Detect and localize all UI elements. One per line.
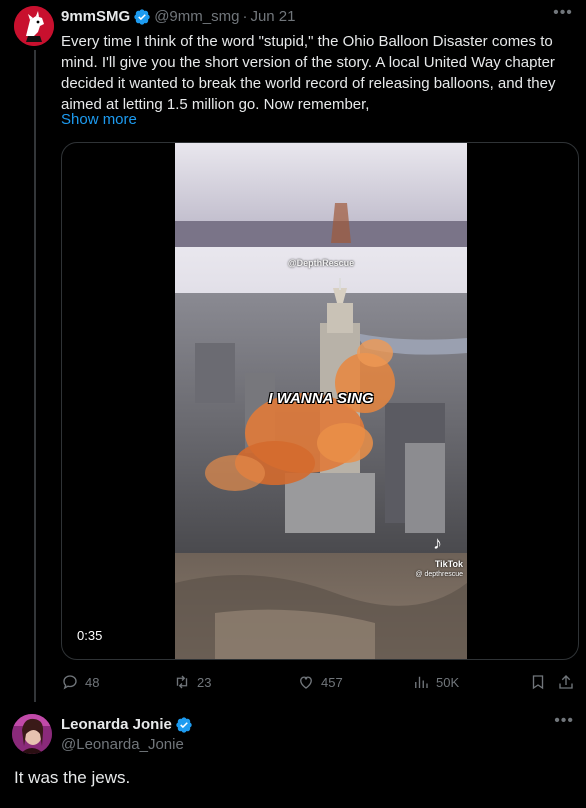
tiktok-logo-icon: ♪ xyxy=(433,533,442,553)
video-frame[interactable]: @DepthRescue I WANNA SING ♪ TikTok @ dep… xyxy=(175,143,467,659)
tiktok-label: TikTok xyxy=(434,559,463,569)
reply-button[interactable]: 48 xyxy=(61,672,99,692)
like-button[interactable]: 457 xyxy=(297,672,343,692)
author-handle[interactable]: @Leonarda_Jonie xyxy=(61,736,184,753)
separator: · xyxy=(242,8,248,25)
more-options-icon[interactable]: ••• xyxy=(552,4,574,26)
verified-badge-icon xyxy=(175,716,193,734)
reply-tweet[interactable]: Leonarda Jonie @Leonarda_Jonie ••• It wa… xyxy=(0,704,586,808)
video-player[interactable]: @DepthRescue I WANNA SING ♪ TikTok @ dep… xyxy=(61,142,579,660)
tweet-date[interactable]: Jun 21 xyxy=(250,8,295,26)
tweet-text: Every time I think of the word "stupid,"… xyxy=(61,33,556,113)
retweet-button[interactable]: 23 xyxy=(173,672,211,692)
like-count: 457 xyxy=(321,674,343,690)
views-icon xyxy=(415,676,428,688)
reply-text: It was the jews. xyxy=(14,768,131,787)
tiktok-handle: @ depthrescue xyxy=(415,571,463,578)
more-options-icon[interactable]: ••• xyxy=(554,712,574,730)
verified-badge-icon xyxy=(133,8,151,26)
tweet-actions: 48 23 457 50K xyxy=(61,672,579,692)
author-handle[interactable]: @9mm_smg xyxy=(154,8,239,26)
avatar[interactable] xyxy=(14,6,54,46)
author-name[interactable]: 9mmSMG xyxy=(61,8,130,26)
video-caption: I WANNA SING xyxy=(268,390,374,407)
views-count: 50K xyxy=(436,674,460,690)
share-icon xyxy=(559,675,573,689)
reply-count: 48 xyxy=(85,674,100,690)
share-button[interactable] xyxy=(557,672,575,692)
bookmark-button[interactable] xyxy=(529,672,547,692)
video-watermark: @DepthRescue xyxy=(287,258,355,268)
avatar[interactable] xyxy=(12,714,52,754)
bookmark-icon xyxy=(532,675,544,690)
heart-icon xyxy=(300,676,312,689)
author-name[interactable]: Leonarda Jonie xyxy=(61,716,172,734)
retweet-icon xyxy=(176,675,188,689)
reply-icon xyxy=(63,675,77,690)
video-timestamp: 0:35 xyxy=(72,627,108,644)
tweet-header: 9mmSMG @9mm_smg · Jun 21 xyxy=(61,8,295,26)
tweet[interactable]: 9mmSMG @9mm_smg · Jun 21 ••• Every time … xyxy=(0,0,586,702)
retweet-count: 23 xyxy=(197,674,212,690)
thread-line xyxy=(34,50,36,702)
show-more-link[interactable]: Show more xyxy=(61,109,137,130)
views-button[interactable]: 50K xyxy=(412,672,459,692)
reply-header: Leonarda Jonie xyxy=(61,716,196,734)
